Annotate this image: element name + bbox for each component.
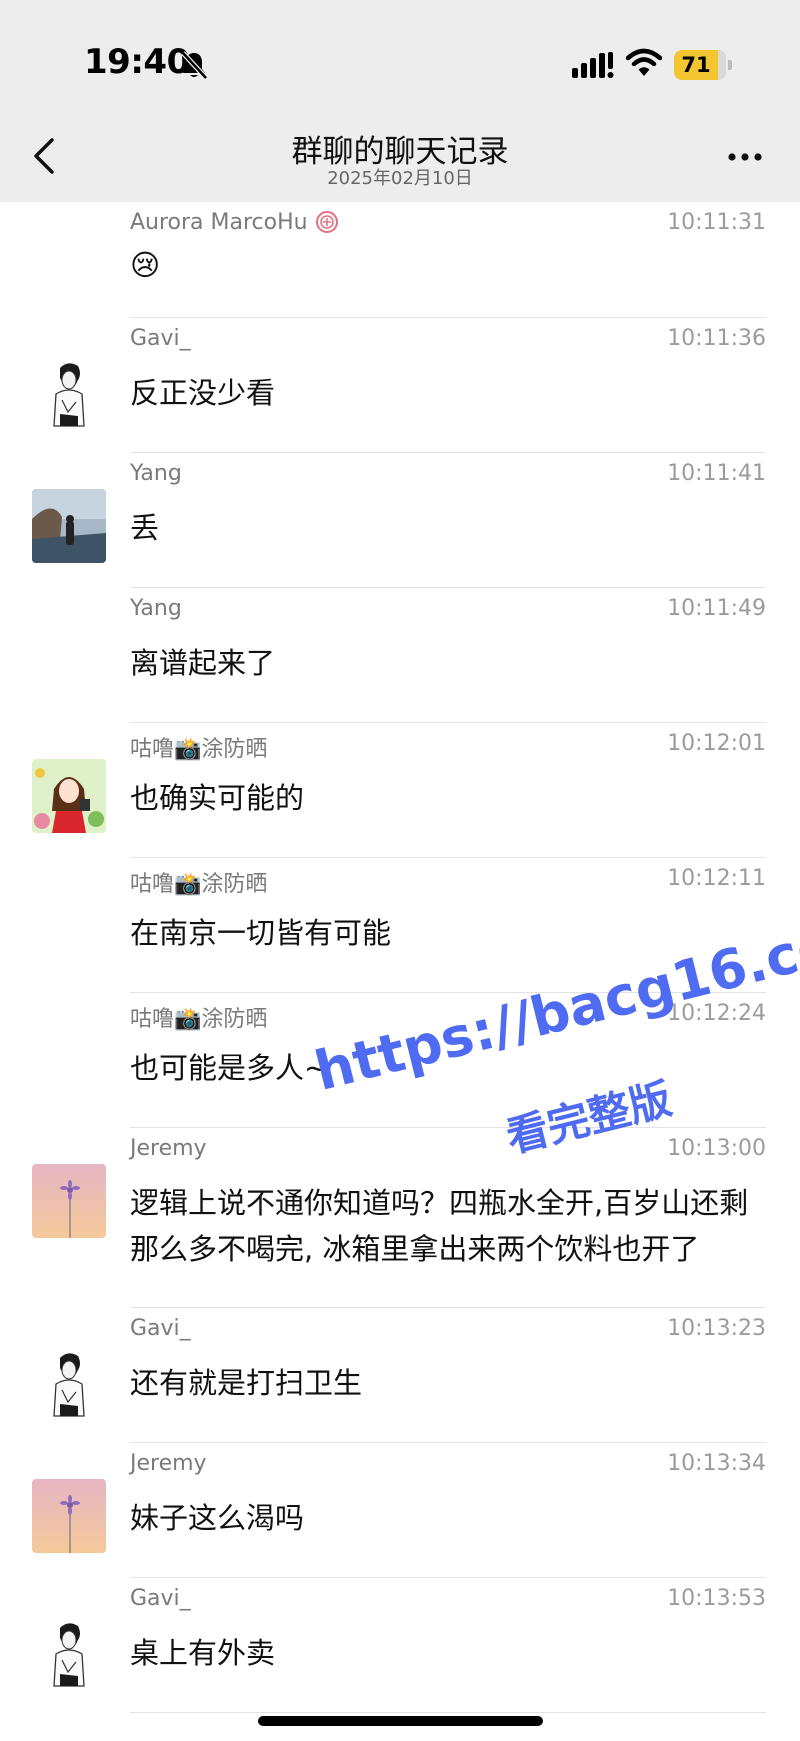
message-text: 离谱起来了	[130, 646, 276, 680]
message-time: 10:11:49	[667, 596, 766, 621]
message-item[interactable]: 咕噜📸涂防晒 10:12:01 也确实可能的	[0, 723, 800, 858]
avatar[interactable]	[32, 489, 106, 563]
sender-name: Jeremy	[130, 1136, 207, 1161]
message-item[interactable]: Gavi_ 10:13:23 还有就是打扫卫生	[0, 1308, 800, 1443]
sketch-man-avatar	[32, 354, 106, 428]
sender-name: Gavi_	[130, 1586, 191, 1611]
wifi-icon	[626, 48, 662, 76]
top-bar: 19:40 71 群聊的聊天记录 2025年02月10日	[0, 0, 800, 202]
message-time: 10:13:00	[667, 1136, 766, 1161]
message-text: 逻辑上说不通你知道吗？四瓶水全开,百岁山还剩那么多不喝完, 冰箱里拿出来两个饮料…	[130, 1186, 749, 1266]
status-time: 19:40	[84, 42, 190, 82]
avatar[interactable]	[32, 354, 106, 428]
message-item[interactable]: Yang 10:11:41 丢	[0, 453, 800, 588]
signal-icon	[572, 52, 614, 78]
message-time: 10:13:34	[667, 1451, 766, 1476]
message-text: 丢	[130, 511, 160, 545]
bell-slash-icon	[181, 51, 208, 80]
coast-photo-avatar	[32, 489, 106, 563]
message-item[interactable]: Gavi_ 10:13:53 桌上有外卖	[0, 1578, 800, 1713]
message-time: 10:11:31	[667, 210, 766, 235]
message-item[interactable]: Jeremy 10:13:00 逻辑上说不通你知道吗？四瓶水全开,百岁山还剩那么…	[0, 1128, 800, 1308]
message-item[interactable]: Yang 10:11:49 离谱起来了	[0, 588, 800, 723]
message-item[interactable]: Jeremy 10:13:34 妹子这么渴吗	[0, 1443, 800, 1578]
message-text: 也确实可能的	[130, 781, 305, 815]
message-item[interactable]: Gavi_ 10:11:36 反正没少看	[0, 318, 800, 453]
message-text: 在南京一切皆有可能	[130, 916, 392, 950]
divider	[130, 1712, 766, 1713]
avatar[interactable]	[32, 1164, 106, 1238]
stamp-icon	[315, 211, 338, 233]
message-text: 还有就是打扫卫生	[130, 1366, 363, 1400]
sender-name: Aurora MarcoHu	[130, 210, 339, 235]
message-time: 10:12:01	[667, 731, 766, 756]
message-list[interactable]: Aurora MarcoHu 10:11:31 😢 Gavi_ 10:11:36	[0, 202, 800, 1713]
message-text: 桌上有外卖	[130, 1636, 276, 1670]
avatar[interactable]	[32, 1344, 106, 1418]
message-time: 10:13:53	[667, 1586, 766, 1611]
battery-level: 71	[681, 53, 711, 77]
message-time: 10:12:24	[667, 1001, 766, 1026]
message-item[interactable]: Aurora MarcoHu 10:11:31 😢	[0, 202, 800, 318]
flower-avatar	[32, 1479, 106, 1553]
sender-name: 咕噜📸涂防晒	[130, 737, 268, 762]
avatar[interactable]	[32, 759, 106, 833]
battery-icon: 71	[674, 50, 732, 80]
message-time: 10:12:11	[667, 866, 766, 891]
message-text: 反正没少看	[130, 376, 276, 410]
message-time: 10:11:36	[667, 326, 766, 351]
sender-name: Yang	[130, 461, 182, 486]
sketch-man-avatar	[32, 1614, 106, 1688]
flower-avatar	[32, 1164, 106, 1238]
message-time: 10:13:23	[667, 1316, 766, 1341]
message-item[interactable]: 咕噜📸涂防晒 10:12:11 在南京一切皆有可能	[0, 858, 800, 993]
sender-name: 咕噜📸涂防晒	[130, 1007, 268, 1032]
sender-name: Gavi_	[130, 1316, 191, 1341]
avatar[interactable]	[32, 1614, 106, 1688]
message-item[interactable]: 咕噜📸涂防晒 10:12:24 也可能是多人~	[0, 993, 800, 1128]
sender-name: 咕噜📸涂防晒	[130, 872, 268, 897]
message-text: 也可能是多人~	[130, 1051, 329, 1085]
message-time: 10:11:41	[667, 461, 766, 486]
sketch-man-avatar	[32, 1344, 106, 1418]
more-icon[interactable]	[726, 150, 764, 164]
message-text: 妹子这么渴吗	[130, 1501, 305, 1535]
message-text: 😢	[130, 248, 161, 282]
sender-name: Yang	[130, 596, 182, 621]
sender-name: Jeremy	[130, 1451, 207, 1476]
cartoon-girl-avatar	[32, 759, 106, 833]
avatar[interactable]	[32, 1479, 106, 1553]
sender-name: Gavi_	[130, 326, 191, 351]
home-indicator[interactable]	[258, 1716, 543, 1726]
page-subtitle: 2025年02月10日	[327, 168, 473, 189]
